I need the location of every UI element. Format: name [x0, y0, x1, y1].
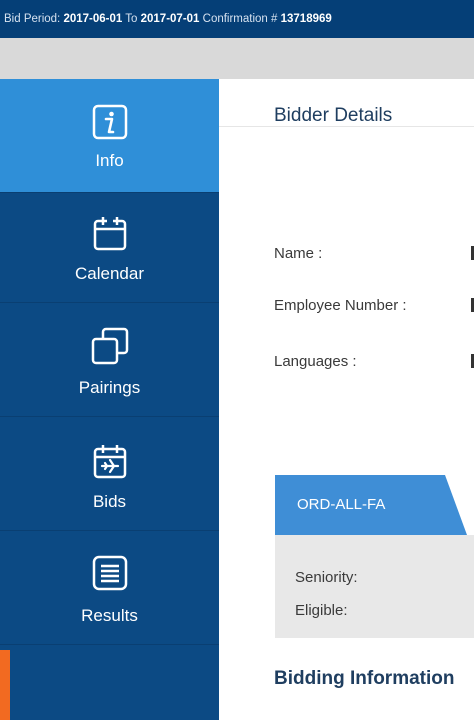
calendar-icon: [93, 217, 126, 251]
bids-calendar-plane-icon: [93, 445, 126, 479]
sidebar-item-pairings[interactable]: Pairings: [0, 303, 219, 417]
sidebar: Info Calendar Pairings Bids Results: [0, 79, 219, 720]
bid-period-bar: Bid Period: 2017-06-01 To 2017-07-01 Con…: [0, 0, 474, 38]
bid-period-start: 2017-06-01: [63, 13, 123, 25]
confirmation-number: 13718969: [280, 13, 332, 25]
languages-label: Languages :: [274, 353, 357, 370]
bid-period-label: Bid Period:: [4, 13, 64, 25]
sidebar-item-bids[interactable]: Bids: [0, 417, 219, 531]
eligible-label: Eligible:: [295, 602, 348, 619]
tab-slant: [445, 475, 467, 535]
sidebar-item-label: Results: [81, 606, 138, 625]
employee-number-label: Employee Number :: [274, 297, 407, 314]
results-list-icon: [92, 555, 127, 591]
sidebar-item-calendar[interactable]: Calendar: [0, 189, 219, 303]
pairings-icon: [91, 327, 128, 365]
sidebar-item-results[interactable]: Results: [0, 531, 219, 645]
confirmation-label: Confirmation #: [199, 13, 281, 25]
base-details-panel: Seniority: Eligible:: [275, 535, 474, 638]
seniority-label: Seniority:: [295, 569, 358, 586]
page-title: Bidder Details: [274, 105, 393, 126]
feedback-tab[interactable]: [0, 650, 10, 720]
toolbar-strip: [0, 38, 474, 79]
bidding-information-title: Bidding Information: [274, 668, 455, 689]
info-icon: [92, 104, 127, 140]
sidebar-item-label: Info: [95, 151, 124, 170]
sidebar-item-info[interactable]: Info: [0, 79, 219, 193]
sidebar-item-label: Calendar: [75, 264, 144, 283]
main-content: Bidder Details Name : Employee Number : …: [219, 79, 474, 720]
divider: [219, 126, 474, 127]
name-label: Name :: [274, 245, 323, 262]
to-label: To: [122, 13, 141, 25]
sidebar-item-label: Bids: [92, 492, 127, 511]
sidebar-item-label: Pairings: [78, 378, 141, 397]
tab-ord-all-fa[interactable]: ORD-ALL-FA: [275, 475, 445, 535]
bid-period-end: 2017-07-01: [140, 13, 200, 25]
